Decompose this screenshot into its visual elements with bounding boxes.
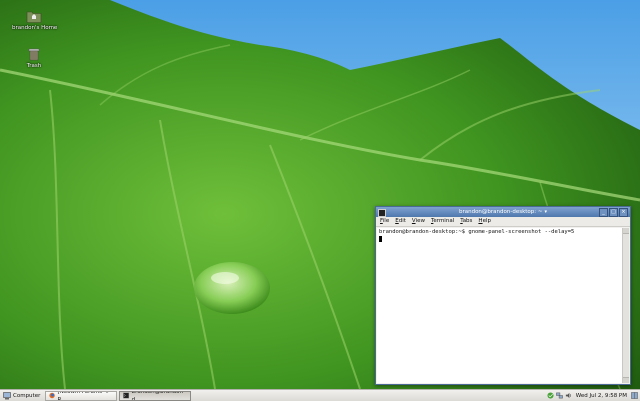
close-button[interactable]: × xyxy=(619,208,628,217)
window-menu-caret-icon: ▾ xyxy=(544,209,548,215)
scroll-up-arrow-icon[interactable] xyxy=(623,228,629,234)
computer-menu-button[interactable]: Computer xyxy=(0,391,43,401)
menu-file[interactable]: File xyxy=(380,217,389,226)
terminal-scrollbar[interactable] xyxy=(622,228,629,383)
menu-bar: File Edit View Terminal Tabs Help xyxy=(376,217,630,227)
trash-icon xyxy=(28,48,40,61)
terminal-output[interactable]: brandon@brandon-desktop:~$ gnome-panel-s… xyxy=(377,228,622,383)
desktop-icon-label: brandon's Home xyxy=(12,25,58,31)
bottom-panel: Computer [Neowin Forums -> R... brandon@… xyxy=(0,389,640,401)
menu-view[interactable]: View xyxy=(412,217,425,226)
desktop-icon-home[interactable]: brandon's Home xyxy=(12,8,58,31)
window-titlebar[interactable]: brandon@brandon-desktop: ~ ▾ _ □ × xyxy=(376,207,630,217)
desktop-icon-trash[interactable]: Trash xyxy=(12,46,56,69)
terminal-icon xyxy=(123,392,130,399)
scroll-down-arrow-icon[interactable] xyxy=(623,377,629,383)
computer-icon xyxy=(3,391,11,399)
window-title: brandon@brandon-desktop: ~ xyxy=(458,209,543,215)
maximize-button[interactable]: □ xyxy=(609,208,618,217)
desktop-icon-label: Trash xyxy=(26,63,42,69)
panel-clock[interactable]: Wed Jul 2, 9:58 PM xyxy=(574,391,629,401)
notification-area: Wed Jul 2, 9:58 PM xyxy=(547,391,640,401)
firefox-icon xyxy=(49,392,56,399)
home-folder-icon xyxy=(26,11,42,23)
taskbar-button-terminal[interactable]: brandon@brandon-d... xyxy=(119,390,192,401)
text-cursor xyxy=(379,236,382,242)
taskbar-button-label: [Neowin Forums -> R... xyxy=(57,390,111,401)
menu-terminal[interactable]: Terminal xyxy=(431,217,454,226)
computer-label: Computer xyxy=(13,392,41,399)
terminal-icon[interactable] xyxy=(378,209,386,217)
menu-help[interactable]: Help xyxy=(478,217,491,226)
network-icon[interactable] xyxy=(555,392,563,399)
taskbar-button-firefox[interactable]: [Neowin Forums -> R... xyxy=(45,390,118,401)
minimize-button[interactable]: _ xyxy=(599,208,608,217)
volume-icon[interactable] xyxy=(565,392,572,399)
menu-tabs[interactable]: Tabs xyxy=(460,217,472,226)
terminal-command-line: brandon@brandon-desktop:~$ gnome-panel-s… xyxy=(379,229,575,235)
workspace-switcher-icon[interactable] xyxy=(631,392,638,399)
menu-edit[interactable]: Edit xyxy=(395,217,406,226)
taskbar-button-label: brandon@brandon-d... xyxy=(131,390,186,401)
update-notifier-icon[interactable] xyxy=(547,392,554,399)
terminal-window[interactable]: brandon@brandon-desktop: ~ ▾ _ □ × File E… xyxy=(375,206,631,385)
